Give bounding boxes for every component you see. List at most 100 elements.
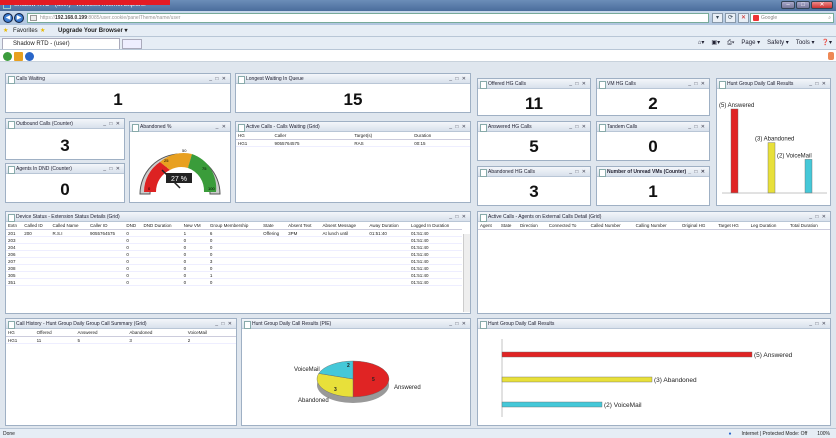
col-header[interactable]: State: [261, 222, 287, 230]
help-app-icon[interactable]: [25, 52, 34, 61]
panel-controls[interactable]: _ □ ✕: [209, 74, 227, 84]
col-header[interactable]: Duration: [412, 132, 470, 140]
col-header[interactable]: Abandoned: [127, 329, 186, 337]
panel-controls[interactable]: _ □ ✕: [569, 167, 587, 177]
feeds-icon[interactable]: ▣▾: [711, 37, 720, 50]
col-header[interactable]: Away Duration: [367, 222, 409, 230]
panel-controls[interactable]: _ □ ✕: [449, 122, 467, 132]
panel-controls[interactable]: _ □ ✕: [449, 212, 467, 222]
panel-controls[interactable]: _ □ ✕: [809, 212, 827, 222]
browser-tab[interactable]: Shadow RTD - (user): [2, 38, 120, 49]
refresh-icon[interactable]: ⟳: [725, 13, 736, 23]
panel-controls[interactable]: _ □ ✕: [688, 79, 706, 89]
stop-icon[interactable]: ✕: [738, 13, 749, 23]
table-row[interactable]: 305 0 0 1 01:51:40: [6, 271, 462, 279]
panel-header: Active Calls - Agents on External Calls …: [478, 212, 830, 222]
refresh-app-icon[interactable]: [3, 52, 12, 61]
panel-controls[interactable]: _ ✕: [216, 122, 227, 132]
close-window-button[interactable]: ✕: [811, 1, 833, 9]
panel-controls[interactable]: _ □ ✕: [103, 164, 121, 174]
col-header[interactable]: HG: [236, 132, 273, 140]
settings-icon[interactable]: [14, 52, 23, 61]
gauge-tick-25: 25: [164, 158, 169, 163]
col-header[interactable]: State: [498, 222, 518, 230]
col-header[interactable]: VoiceMail: [185, 329, 236, 337]
table-row[interactable]: 351 0 0 0 01:51:40: [6, 278, 462, 286]
upgrade-browser-link[interactable]: Upgrade Your Browser ▾: [58, 25, 127, 37]
col-header[interactable]: Target HG: [716, 222, 749, 230]
panel-controls[interactable]: _ □ ✕: [569, 122, 587, 132]
search-icon[interactable]: ⌕: [828, 14, 831, 23]
minimize-button[interactable]: –: [781, 1, 795, 9]
panel-controls[interactable]: _ □ ✕: [569, 79, 587, 89]
col-header[interactable]: Connected To: [546, 222, 589, 230]
page-menu[interactable]: Page ▾: [741, 37, 760, 50]
table-row[interactable]: 206 0 0 0 01:51:40: [6, 250, 462, 258]
panel-controls[interactable]: _ □ ✕: [449, 74, 467, 84]
col-header[interactable]: Calling Number: [633, 222, 680, 230]
panel-title: Outbound Calls (Counter): [16, 121, 73, 127]
table-row[interactable]: 204 0 0 0 01:51:40: [6, 243, 462, 251]
col-header[interactable]: Called Number: [588, 222, 634, 230]
panel-controls[interactable]: _ □ ✕: [688, 122, 706, 132]
cell: HG1: [6, 336, 35, 344]
panel-controls[interactable]: _ □ ✕: [809, 79, 827, 89]
col-header[interactable]: Logged In Duration: [408, 222, 462, 230]
home-icon[interactable]: ⌂▾: [698, 37, 705, 50]
col-header[interactable]: DND: [124, 222, 142, 230]
tools-menu[interactable]: Tools ▾: [796, 37, 815, 50]
col-header[interactable]: Called ID: [22, 222, 51, 230]
col-header[interactable]: Direction: [518, 222, 547, 230]
col-header[interactable]: Target(s): [352, 132, 413, 140]
col-header[interactable]: Agent: [478, 222, 499, 230]
maximize-button[interactable]: □: [796, 1, 810, 9]
panel-controls[interactable]: _ □ ✕: [103, 119, 121, 129]
col-header[interactable]: Offered: [34, 329, 76, 337]
panel-title: Tandem Calls: [607, 124, 638, 130]
dropdown-icon[interactable]: ▾: [712, 13, 723, 23]
panel-title: Active Calls - Agents on External Calls …: [488, 214, 602, 220]
cell: 01:51:40: [408, 243, 462, 251]
panel-controls[interactable]: _ □ ✕: [449, 319, 467, 329]
hbar-label: (3) Abandoned: [654, 377, 697, 384]
table-row[interactable]: 207 0 0 3 01:51:40: [6, 257, 462, 265]
new-tab-button[interactable]: [122, 39, 142, 49]
longest-wait-panel: Longest Waiting In Queue _ □ ✕ 15: [235, 73, 471, 113]
favorites-star-icon[interactable]: ★: [3, 25, 8, 37]
col-header[interactable]: Caller: [272, 132, 353, 140]
col-header[interactable]: Total Duration: [787, 222, 830, 230]
help-icon[interactable]: ❓▾: [822, 37, 832, 50]
panel-controls[interactable]: _ □ ✕: [215, 319, 233, 329]
col-header[interactable]: Group Membership: [207, 222, 262, 230]
col-header[interactable]: Answered: [75, 329, 128, 337]
col-header[interactable]: DND Duration: [141, 222, 182, 230]
col-header[interactable]: Absent Message: [320, 222, 368, 230]
table-row[interactable]: 203 0 0 0 01:51:40: [6, 236, 462, 244]
col-header[interactable]: Caller ID: [88, 222, 125, 230]
scrollbar[interactable]: [463, 234, 470, 312]
col-header[interactable]: Original HG: [679, 222, 717, 230]
add-favorites-icon[interactable]: ★: [40, 25, 45, 37]
col-header[interactable]: HG: [6, 329, 35, 337]
forward-icon[interactable]: ▶: [14, 13, 24, 23]
search-input[interactable]: Google ⌕: [750, 13, 834, 23]
col-header[interactable]: Absent Text: [286, 222, 321, 230]
col-header[interactable]: New VM: [181, 222, 208, 230]
zoom-level[interactable]: 100%: [817, 429, 830, 438]
outbound-value: 3: [60, 136, 70, 155]
col-header[interactable]: Extn: [6, 222, 23, 230]
print-icon[interactable]: ⎙▾: [727, 37, 734, 50]
safety-menu[interactable]: Safety ▾: [767, 37, 789, 50]
panel-controls[interactable]: _ □ ✕: [688, 167, 706, 177]
table-row[interactable]: HG1 9055764575 RAS 00:15: [236, 139, 470, 147]
back-icon[interactable]: ◀: [3, 13, 13, 23]
col-header[interactable]: Leg Duration: [748, 222, 788, 230]
table-row[interactable]: HG1 11 5 3 2: [6, 336, 236, 344]
address-bar[interactable]: https://192.168.0.199:8085/user.cookie/p…: [27, 13, 709, 23]
table-row[interactable]: 208 0 0 0 01:51:40: [6, 264, 462, 272]
panel-controls[interactable]: _ □ ✕: [809, 319, 827, 329]
table-row[interactable]: 201 200 R.S.I 9055764575 0 1 6 Offering 3PM At lu…: [6, 229, 462, 237]
col-header[interactable]: Called Name: [50, 222, 89, 230]
logout-icon[interactable]: [828, 52, 834, 60]
favorites-button[interactable]: Favorites: [13, 25, 38, 37]
